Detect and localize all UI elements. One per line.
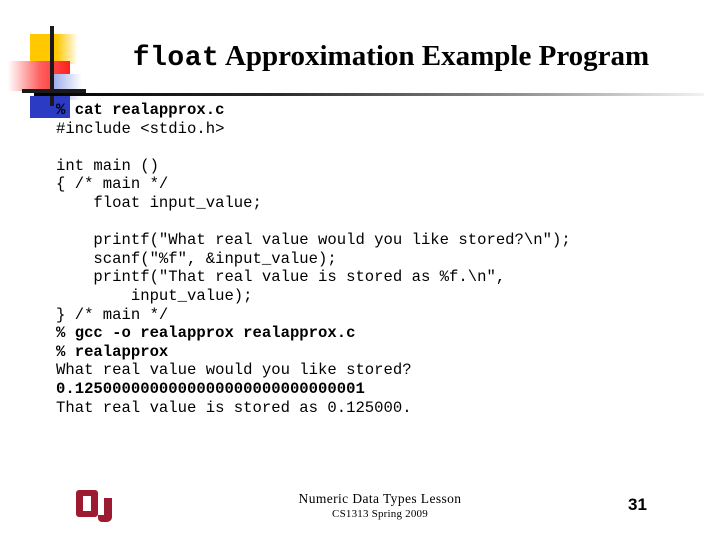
code-line-11: } /* main */ xyxy=(56,305,169,324)
footer: Numeric Data Types Lesson CS1313 Spring … xyxy=(180,490,580,521)
ou-logo xyxy=(76,487,116,529)
footer-lesson-title: Numeric Data Types Lesson xyxy=(298,491,462,506)
footer-course-term: CS1313 Spring 2009 xyxy=(332,508,428,520)
code-line-16: That real value is stored as 0.125000. xyxy=(56,398,412,417)
yellow-square-icon xyxy=(30,34,78,64)
code-line-3: int main () xyxy=(56,156,159,175)
code-line-0: % cat realapprox.c xyxy=(56,101,225,119)
page-title: float Approximation Example Program xyxy=(86,41,696,73)
code-line-1: #include <stdio.h> xyxy=(56,119,225,138)
code-line-7: printf("What real value would you like s… xyxy=(56,231,571,250)
code-line-9: printf("That real value is stored as %f.… xyxy=(56,268,506,287)
page-title-rest: Approximation Example Program xyxy=(219,40,650,72)
page-title-mono-keyword: float xyxy=(132,43,220,74)
code-line-12: % gcc -o realapprox realapprox.c xyxy=(56,324,356,343)
title-divider xyxy=(34,93,704,96)
page-number: 31 xyxy=(628,495,647,514)
code-line-5: float input_value; xyxy=(56,193,262,212)
code-line-13: % realapprox xyxy=(56,342,169,361)
terminal-code-listing: % cat realapprox.c #include <stdio.h> int… xyxy=(56,101,706,417)
code-line-8: scanf("%f", &input_value); xyxy=(56,249,337,268)
code-line-14: What real value would you like stored? xyxy=(56,361,412,380)
code-line-10: input_value); xyxy=(56,286,253,305)
decorative-squares-logo xyxy=(8,26,86,118)
code-line-15: 0.1250000000000000000000000000001 xyxy=(56,379,365,398)
code-line-4: { /* main */ xyxy=(56,175,169,194)
